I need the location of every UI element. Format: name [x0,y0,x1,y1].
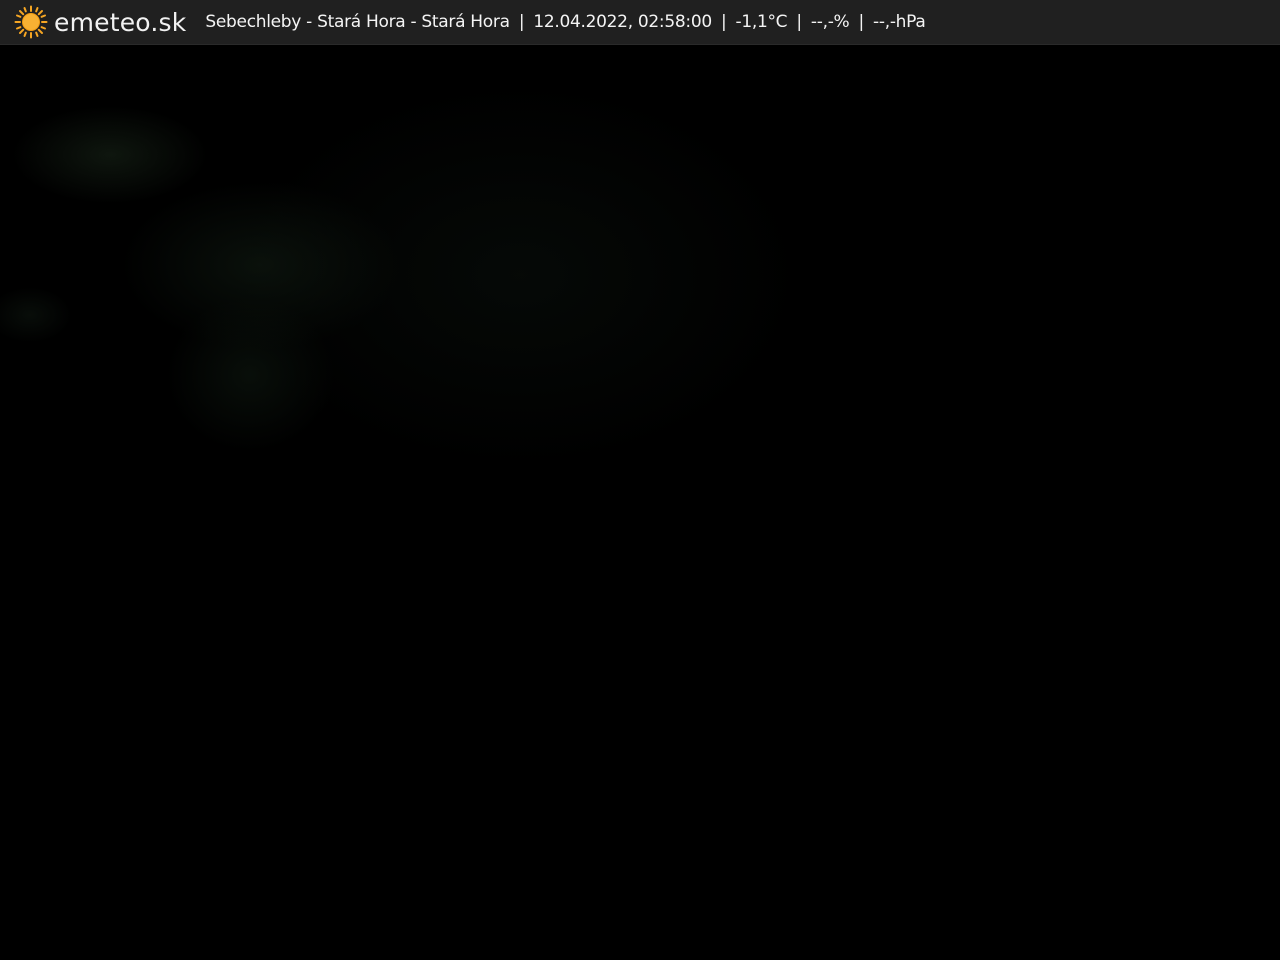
timestamp: 12.04.2022, 02:58:00 [533,12,712,32]
logo-text: emeteo.sk [54,7,187,37]
webcam-image [0,45,1280,960]
emeteo-logo[interactable]: emeteo.sk [14,0,186,45]
separator: | [720,12,727,32]
camera-header-bar: emeteo.sk Sebechleby - Stará Hora - Star… [0,0,1280,45]
separator: | [858,12,865,32]
separator: | [796,12,802,32]
separator: | [518,12,525,32]
sun-icon [14,5,48,39]
pressure-value: --,-hPa [873,12,926,32]
webcam-caption: Sebechleby - Stará Hora - Stará Hora | 1… [205,12,925,32]
humidity-value: --,-% [810,12,850,32]
temperature-value: -1,1°C [735,12,788,32]
location-name: Sebechleby - Stará Hora - Stará Hora [205,12,510,32]
